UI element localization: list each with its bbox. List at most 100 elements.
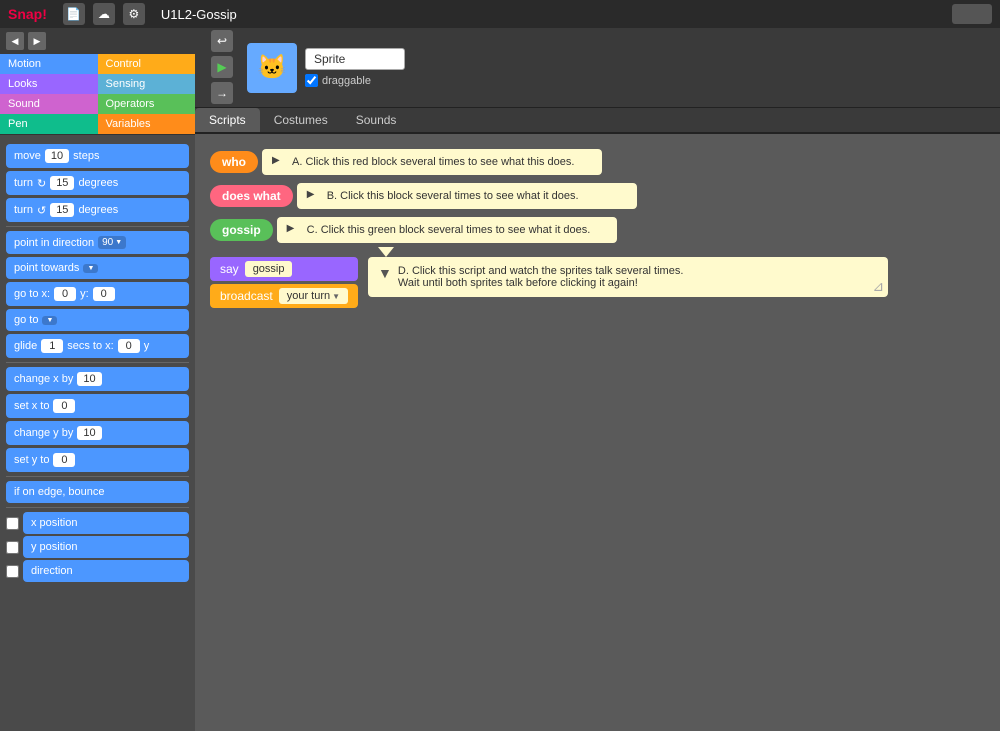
turn-cw-label: turn — [14, 177, 33, 189]
go-to-x-value[interactable]: 0 — [54, 287, 76, 301]
topbar: Snap! 📄 ☁ ⚙ U1L2-Gossip — [0, 0, 1000, 28]
set-x-block[interactable]: set x to 0 — [6, 394, 189, 418]
x-position-row: x position — [6, 512, 189, 534]
set-y-value[interactable]: 0 — [53, 453, 75, 467]
glide-block[interactable]: glide 1 secs to x: 0 y — [6, 334, 189, 358]
blocks-panel: move 10 steps turn ↻ 15 degrees turn ↺ 1… — [0, 135, 195, 731]
bounce-block[interactable]: if on edge, bounce — [6, 481, 189, 503]
go-to-xy-label: go to x: — [14, 288, 50, 300]
cat-variables[interactable]: Variables — [98, 114, 196, 134]
sprite-thumbnail: 🐱 — [247, 43, 297, 93]
instruction-d-inner: ▼ D. Click this script and watch the spr… — [378, 265, 878, 289]
glide-x[interactable]: 0 — [118, 339, 140, 353]
set-x-label: set x to — [14, 400, 49, 412]
step-back-icon[interactable]: ↩ — [211, 30, 233, 52]
change-x-value[interactable]: 10 — [77, 372, 101, 386]
set-y-block[interactable]: set y to 0 — [6, 448, 189, 472]
cat-looks[interactable]: Looks — [0, 74, 98, 94]
cat-operators[interactable]: Operators — [98, 94, 196, 114]
set-y-label: set y to — [14, 454, 49, 466]
main-layout: ◀ ▶ Motion Control Looks Sensing Sound O… — [0, 28, 1000, 731]
right-arrow[interactable]: ▶ — [28, 32, 46, 50]
stage-toggle[interactable] — [952, 4, 992, 24]
project-title: U1L2-Gossip — [161, 7, 237, 22]
point-towards-block[interactable]: point towards — [6, 257, 189, 279]
instruction-c-text: C. Click this green block several times … — [307, 224, 591, 236]
x-position-checkbox[interactable] — [6, 517, 19, 530]
script-row-b: does what ▶ B. Click this block several … — [210, 183, 985, 209]
change-x-block[interactable]: change x by 10 — [6, 367, 189, 391]
change-y-value[interactable]: 10 — [77, 426, 101, 440]
turn-ccw-block[interactable]: turn ↺ 15 degrees — [6, 198, 189, 222]
arrow-down-icon — [378, 247, 394, 257]
resize-handle[interactable]: ⊿ — [872, 278, 884, 295]
cat-sound[interactable]: Sound — [0, 94, 98, 114]
cat-motion[interactable]: Motion — [0, 54, 98, 74]
tabs-bar: Scripts Costumes Sounds — [195, 108, 1000, 134]
instruction-b-box: ▶ B. Click this block several times to s… — [297, 183, 637, 209]
turn-cw-block[interactable]: turn ↻ 15 degrees — [6, 171, 189, 195]
y-position-row: y position — [6, 536, 189, 558]
green-flag-icon[interactable]: ▶ — [211, 56, 233, 78]
turn-cw-value[interactable]: 15 — [50, 176, 74, 190]
play-b-button[interactable]: ▶ — [307, 189, 321, 203]
left-arrow[interactable]: ◀ — [6, 32, 24, 50]
instruction-b-text: B. Click this block several times to see… — [327, 190, 579, 202]
y-position-block[interactable]: y position — [23, 536, 189, 558]
gossip-button[interactable]: gossip — [210, 219, 273, 241]
point-towards-value[interactable] — [83, 264, 98, 273]
direction-checkbox[interactable] — [6, 565, 19, 578]
settings-button[interactable]: ⚙ — [123, 3, 145, 25]
tab-costumes[interactable]: Costumes — [260, 108, 342, 132]
glide-y-label: y — [144, 340, 150, 352]
turn-cw-degrees: degrees — [78, 177, 118, 189]
direction-block[interactable]: direction — [23, 560, 189, 582]
instruction-d-body: Wait until both sprites talk before clic… — [398, 277, 683, 289]
broadcast-block[interactable]: broadcast your turn — [210, 284, 358, 308]
tab-scripts[interactable]: Scripts — [195, 108, 260, 132]
turn-ccw-icon: ↺ — [37, 204, 46, 217]
instruction-d-text: D. Click this script and watch the sprit… — [398, 265, 683, 289]
sprite-name-input[interactable] — [305, 48, 405, 70]
move-block[interactable]: move 10 steps — [6, 144, 189, 168]
point-direction-block[interactable]: point in direction 90 — [6, 231, 189, 254]
go-to-y-value[interactable]: 0 — [93, 287, 115, 301]
set-x-value[interactable]: 0 — [53, 399, 75, 413]
cat-pen[interactable]: Pen — [0, 114, 98, 134]
script-row-d: say gossip broadcast your turn ▼ D. Clic… — [210, 257, 985, 308]
glide-secs[interactable]: 1 — [41, 339, 63, 353]
draggable-checkbox[interactable] — [305, 74, 318, 87]
go-to-block[interactable]: go to — [6, 309, 189, 331]
tab-sounds[interactable]: Sounds — [342, 108, 411, 132]
cat-sensing[interactable]: Sensing — [98, 74, 196, 94]
move-steps-value[interactable]: 10 — [45, 149, 69, 163]
play-a-button[interactable]: ▶ — [272, 155, 286, 169]
cat-control[interactable]: Control — [98, 54, 196, 74]
move-steps-label: steps — [73, 150, 99, 162]
stage-small-controls: ↩ ▶ → — [205, 24, 239, 112]
x-position-block[interactable]: x position — [23, 512, 189, 534]
direction-row: direction — [6, 560, 189, 582]
play-c-button[interactable]: ▶ — [287, 223, 301, 237]
divider-4 — [6, 507, 189, 508]
who-button[interactable]: who — [210, 151, 258, 173]
go-to-target[interactable] — [42, 316, 57, 325]
glide-label: glide — [14, 340, 37, 352]
y-position-checkbox[interactable] — [6, 541, 19, 554]
cloud-button[interactable]: ☁ — [93, 3, 115, 25]
scripts-area[interactable]: who ▶ A. Click this red block several ti… — [195, 134, 1000, 731]
say-gossip-block[interactable]: say gossip — [210, 257, 358, 281]
direction-label: direction — [31, 565, 73, 577]
go-to-xy-block[interactable]: go to x: 0 y: 0 — [6, 282, 189, 306]
change-y-block[interactable]: change y by 10 — [6, 421, 189, 445]
broadcast-value[interactable]: your turn — [279, 288, 348, 304]
file-button[interactable]: 📄 — [63, 3, 85, 25]
turn-ccw-value[interactable]: 15 — [50, 203, 74, 217]
instruction-c-box: ▶ C. Click this green block several time… — [277, 217, 617, 243]
divider-1 — [6, 226, 189, 227]
nav-right-icon[interactable]: → — [211, 82, 233, 104]
does-what-button[interactable]: does what — [210, 185, 293, 207]
point-dir-value[interactable]: 90 — [98, 236, 126, 249]
y-position-label: y position — [31, 541, 77, 553]
sidebar-top-controls: ◀ ▶ — [0, 28, 195, 54]
